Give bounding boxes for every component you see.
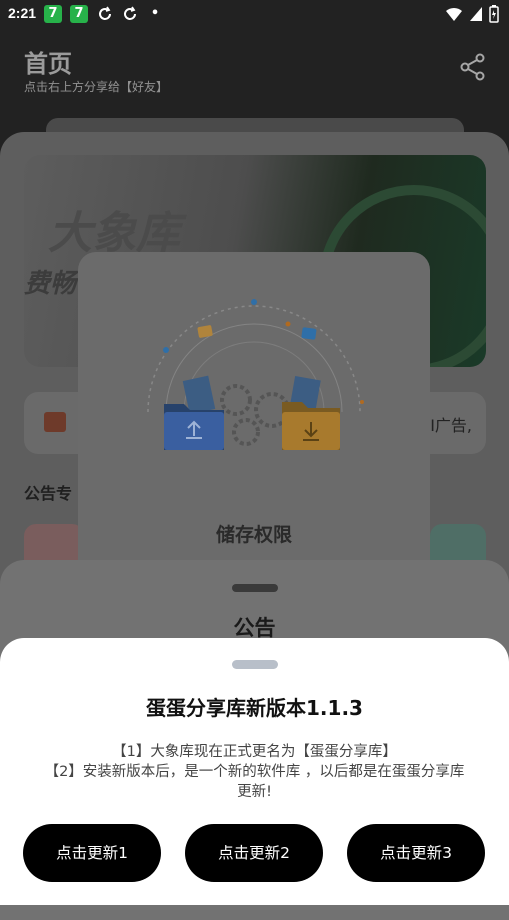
status-bar: 2:21 7 7 • (0, 0, 509, 28)
permission-title: 储存权限 (215, 524, 292, 546)
page-title: 首页 (24, 50, 72, 78)
drag-handle[interactable] (232, 660, 278, 669)
update-sheet: 蛋蛋分享库新版本1.1.3 【1】大象库现在正式更名为【蛋蛋分享库】 【2】安装… (0, 638, 509, 905)
sync-icon (96, 5, 114, 23)
sync-icon-2 (121, 5, 139, 23)
signal-icon (470, 7, 482, 21)
page-subtitle: 点击右上方分享给【好友】 (24, 80, 169, 94)
app-notification-icon-2: 7 (70, 5, 88, 23)
update-button-3[interactable]: 点击更新3 (347, 824, 485, 882)
share-icon (460, 53, 485, 81)
notification-dot-icon: • (150, 6, 160, 21)
sheet-handle[interactable] (232, 584, 278, 592)
update-line-1: 【1】大象库现在正式更名为【蛋蛋分享库】 (112, 744, 397, 760)
app-notification-icon: 7 (44, 5, 62, 23)
banner-subtitle: 费畅 (24, 269, 77, 299)
wifi-icon (446, 7, 462, 21)
announcement-text: I广告, (430, 416, 472, 435)
update-line-2: 【2】安装新版本后，是一个新的软件库 ，以后都是在蛋蛋分享库 (44, 764, 465, 780)
update-description: 【1】大象库现在正式更名为【蛋蛋分享库】 【2】安装新版本后，是一个新的软件库 … (20, 742, 489, 802)
status-right-icons (445, 5, 499, 23)
storage-permission-dialog: 储存权限 (78, 252, 430, 592)
storage-illustration (147, 299, 364, 450)
share-button[interactable] (458, 52, 488, 82)
update-title: 蛋蛋分享库新版本1.1.3 (146, 696, 363, 720)
status-time: 2:21 (8, 5, 37, 21)
download-folder-icon (282, 376, 340, 450)
battery-icon (489, 5, 499, 23)
speaker-icon (44, 412, 66, 432)
update-button-2[interactable]: 点击更新2 (185, 824, 323, 882)
update-line-3: 更新! (237, 784, 272, 800)
section-title: 公告专 (24, 484, 73, 503)
update-button-1[interactable]: 点击更新1 (23, 824, 161, 882)
upload-folder-icon (164, 375, 224, 450)
